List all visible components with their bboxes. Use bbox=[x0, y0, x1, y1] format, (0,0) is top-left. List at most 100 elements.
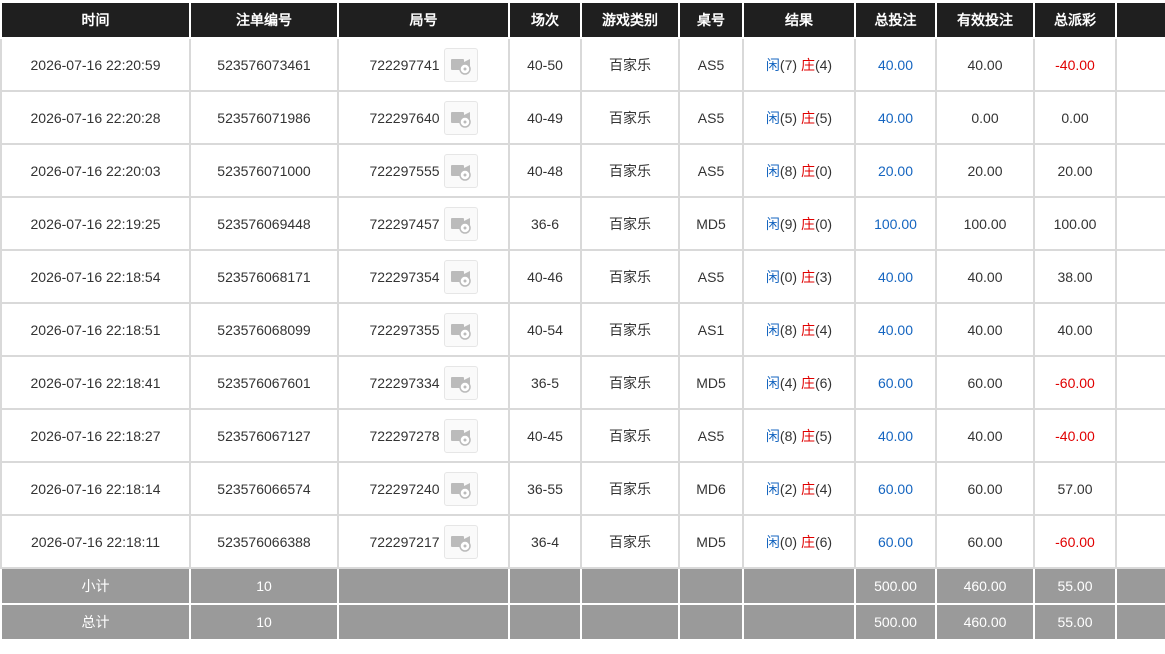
cell-extra bbox=[1115, 355, 1165, 410]
cell-result: 闲(5) 庄(5) bbox=[742, 90, 856, 145]
cell-extra bbox=[1115, 461, 1165, 516]
result-banker-score: (5) bbox=[814, 109, 833, 126]
cell-total-bet[interactable]: 60.00 bbox=[854, 461, 937, 516]
cell-result: 闲(8) 庄(4) bbox=[742, 302, 856, 357]
cell-valid-bet: 40.00 bbox=[935, 37, 1035, 92]
video-replay-icon[interactable] bbox=[443, 153, 478, 188]
grand-total-row: 总计 10 500.00 460.00 55.00 bbox=[0, 603, 1165, 641]
result-banker-score: (4) bbox=[814, 321, 833, 338]
cell-game: 百家乐 bbox=[580, 37, 680, 92]
cell-game: 百家乐 bbox=[580, 461, 680, 516]
cell-game: 百家乐 bbox=[580, 514, 680, 569]
cell-shoe: 40-54 bbox=[508, 302, 582, 357]
cell-extra bbox=[1115, 143, 1165, 198]
cell-bet-id: 523576067127 bbox=[189, 408, 339, 463]
col-header-payout: 总派彩 bbox=[1033, 0, 1117, 39]
result-player-score: (0) bbox=[779, 268, 798, 285]
video-replay-icon[interactable] bbox=[443, 312, 478, 347]
video-replay-icon[interactable] bbox=[443, 418, 478, 453]
grand-total-count: 10 bbox=[189, 603, 339, 641]
cell-total-bet[interactable]: 100.00 bbox=[854, 196, 937, 251]
cell-valid-bet: 40.00 bbox=[935, 408, 1035, 463]
result-player-label: 闲 bbox=[765, 374, 780, 391]
result-player-score: (4) bbox=[779, 374, 798, 391]
cell-total-bet[interactable]: 20.00 bbox=[854, 143, 937, 198]
table-row: 2026-07-16 22:18:27 523576067127 722297278… bbox=[0, 408, 1165, 463]
cell-time: 2026-07-16 22:18:27 bbox=[0, 408, 191, 463]
result-banker-score: (0) bbox=[814, 162, 833, 179]
cell-result: 闲(0) 庄(6) bbox=[742, 514, 856, 569]
bet-history-table: 时间 注单编号 局号 场次 游戏类别 桌号 结果 总投注 有效投注 总派彩 20… bbox=[0, 0, 1165, 641]
cell-game: 百家乐 bbox=[580, 249, 680, 304]
video-replay-icon[interactable] bbox=[443, 524, 478, 559]
cell-shoe: 36-55 bbox=[508, 461, 582, 516]
cell-extra bbox=[1115, 514, 1165, 569]
subtotal-total-bet: 500.00 bbox=[854, 567, 937, 605]
result-player-score: (2) bbox=[779, 480, 798, 497]
table-row: 2026-07-16 22:18:41 523576067601 722297334… bbox=[0, 355, 1165, 410]
video-replay-icon[interactable] bbox=[443, 206, 478, 241]
cell-time: 2026-07-16 22:18:51 bbox=[0, 302, 191, 357]
cell-round: 722297217 bbox=[337, 514, 510, 569]
grand-total-total-bet: 500.00 bbox=[854, 603, 937, 641]
table-row: 2026-07-16 22:18:51 523576068099 722297355… bbox=[0, 302, 1165, 357]
cell-game: 百家乐 bbox=[580, 143, 680, 198]
result-player-score: (7) bbox=[779, 56, 798, 73]
cell-valid-bet: 60.00 bbox=[935, 514, 1035, 569]
table-row: 2026-07-16 22:20:59 523576073461 722297741… bbox=[0, 37, 1165, 92]
result-player-label: 闲 bbox=[765, 215, 780, 232]
cell-time: 2026-07-16 22:18:41 bbox=[0, 355, 191, 410]
cell-payout: 38.00 bbox=[1033, 249, 1117, 304]
cell-total-bet[interactable]: 60.00 bbox=[854, 514, 937, 569]
col-header-valid-bet: 有效投注 bbox=[935, 0, 1035, 39]
cell-table: AS5 bbox=[678, 90, 744, 145]
result-player-label: 闲 bbox=[765, 321, 780, 338]
cell-game: 百家乐 bbox=[580, 408, 680, 463]
cell-table: AS5 bbox=[678, 408, 744, 463]
cell-total-bet[interactable]: 40.00 bbox=[854, 302, 937, 357]
col-header-extra bbox=[1115, 0, 1165, 39]
cell-payout: 100.00 bbox=[1033, 196, 1117, 251]
cell-time: 2026-07-16 22:19:25 bbox=[0, 196, 191, 251]
video-replay-icon[interactable] bbox=[443, 47, 478, 82]
cell-payout: -40.00 bbox=[1033, 37, 1117, 92]
cell-total-bet[interactable]: 60.00 bbox=[854, 355, 937, 410]
grand-total-label: 总计 bbox=[0, 603, 191, 641]
cell-bet-id: 523576071986 bbox=[189, 90, 339, 145]
cell-extra bbox=[1115, 90, 1165, 145]
subtotal-valid-bet: 460.00 bbox=[935, 567, 1035, 605]
cell-round: 722297355 bbox=[337, 302, 510, 357]
cell-total-bet[interactable]: 40.00 bbox=[854, 90, 937, 145]
video-replay-icon[interactable] bbox=[443, 100, 478, 135]
result-player-score: (9) bbox=[779, 215, 798, 232]
cell-game: 百家乐 bbox=[580, 355, 680, 410]
cell-result: 闲(4) 庄(6) bbox=[742, 355, 856, 410]
result-player-score: (5) bbox=[779, 109, 798, 126]
cell-total-bet[interactable]: 40.00 bbox=[854, 249, 937, 304]
cell-extra bbox=[1115, 408, 1165, 463]
result-banker-score: (6) bbox=[814, 533, 833, 550]
cell-bet-id: 523576073461 bbox=[189, 37, 339, 92]
cell-payout: 0.00 bbox=[1033, 90, 1117, 145]
table-header-row: 时间 注单编号 局号 场次 游戏类别 桌号 结果 总投注 有效投注 总派彩 bbox=[0, 0, 1165, 39]
result-player-score: (8) bbox=[779, 427, 798, 444]
round-number: 722297334 bbox=[369, 374, 440, 391]
table-row: 2026-07-16 22:18:14 523576066574 722297240… bbox=[0, 461, 1165, 516]
cell-time: 2026-07-16 22:20:03 bbox=[0, 143, 191, 198]
cell-shoe: 40-46 bbox=[508, 249, 582, 304]
result-banker-label: 庄 bbox=[800, 480, 815, 497]
video-replay-icon[interactable] bbox=[443, 365, 478, 400]
video-replay-icon[interactable] bbox=[443, 259, 478, 294]
round-number: 722297240 bbox=[369, 480, 440, 497]
result-banker-label: 庄 bbox=[800, 533, 815, 550]
cell-total-bet[interactable]: 40.00 bbox=[854, 408, 937, 463]
result-banker-score: (5) bbox=[814, 427, 833, 444]
cell-valid-bet: 20.00 bbox=[935, 143, 1035, 198]
video-replay-icon[interactable] bbox=[443, 471, 478, 506]
cell-game: 百家乐 bbox=[580, 196, 680, 251]
cell-result: 闲(9) 庄(0) bbox=[742, 196, 856, 251]
table-row: 2026-07-16 22:18:11 523576066388 722297217… bbox=[0, 514, 1165, 569]
result-banker-score: (0) bbox=[814, 215, 833, 232]
grand-total-valid-bet: 460.00 bbox=[935, 603, 1035, 641]
cell-total-bet[interactable]: 40.00 bbox=[854, 37, 937, 92]
